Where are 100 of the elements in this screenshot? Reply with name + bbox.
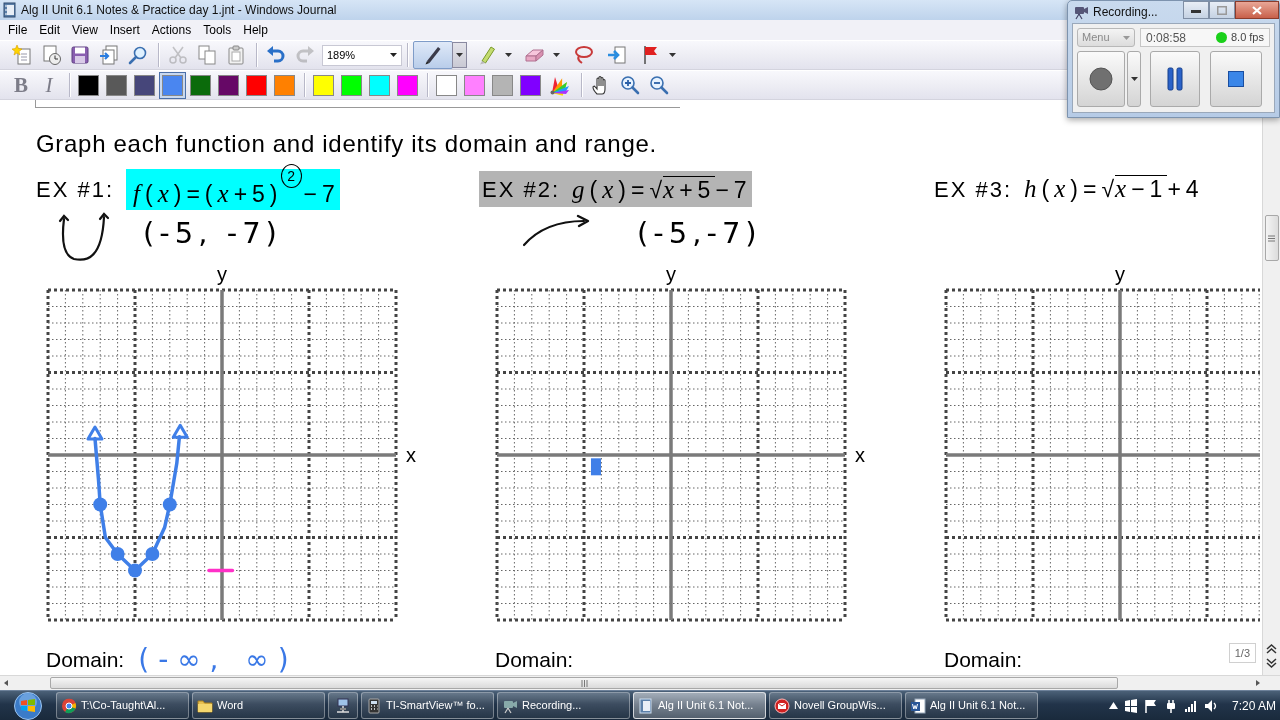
- formula-text: h(x)=√x−1+4: [1024, 174, 1204, 204]
- taskbar-label: Alg II Unit 6.1 Not...: [658, 698, 754, 714]
- scrollbar-thumb[interactable]: [1264, 215, 1279, 261]
- camera-icon: [1073, 4, 1089, 20]
- zoom-combo-box[interactable]: 189%: [322, 44, 402, 66]
- pen-button[interactable]: [413, 41, 453, 69]
- next-page-button[interactable]: [1264, 657, 1278, 669]
- caret-icon: [553, 53, 560, 57]
- taskbar-button[interactable]: Recording...: [497, 692, 630, 719]
- maximize-icon: [1217, 5, 1227, 15]
- taskbar-button[interactable]: Novell GroupWis...: [769, 692, 902, 719]
- start-orb-icon: [12, 691, 44, 720]
- domain-label: Domain:: [495, 647, 574, 674]
- taskbar-label: Recording...: [522, 698, 582, 714]
- example-label: EX #3:: [934, 175, 1013, 204]
- page-clock-icon: [41, 45, 61, 65]
- menu-item[interactable]: Help: [237, 21, 274, 39]
- menu-item[interactable]: Insert: [103, 21, 146, 39]
- search-icon: [128, 45, 148, 65]
- close-icon: [1252, 5, 1262, 15]
- plot-point: [128, 563, 142, 578]
- minimize-icon: [1191, 7, 1201, 13]
- plot-point: [93, 497, 108, 512]
- taskbar-label: Novell GroupWis...: [794, 698, 886, 714]
- double-down-chevron-icon: [1265, 658, 1277, 668]
- plot-point: [145, 547, 160, 561]
- undo-icon: [266, 45, 286, 65]
- taskbar-label: TI-SmartView™ fo...: [386, 698, 485, 714]
- taskbar-button[interactable]: Alg II Unit 6.1 Not...: [633, 692, 766, 719]
- domain-label: Domain:: [944, 647, 1023, 674]
- clipboard-icon: [226, 45, 246, 65]
- page-star-icon: [12, 45, 32, 65]
- zoom-in-icon: [620, 75, 640, 95]
- domain-label: Domain:: [46, 647, 125, 674]
- caret-icon: [390, 53, 397, 57]
- example-label: EX #1:: [36, 175, 115, 204]
- caret-icon: [456, 53, 463, 57]
- axis-label: y: [217, 263, 227, 285]
- zoom-out-icon: [649, 75, 669, 95]
- pause-icon: [1167, 67, 1183, 91]
- window-title: Recording...: [1093, 4, 1158, 21]
- axis-label: y: [666, 263, 676, 285]
- example-label: EX #2:: [482, 176, 561, 204]
- stop-button[interactable]: [1210, 51, 1262, 107]
- signal-icon[interactable]: [1183, 698, 1198, 713]
- taskbar-label: T:\Co-Taught\Al...: [81, 698, 166, 714]
- menu-item[interactable]: Edit: [33, 21, 67, 39]
- taskbar-button[interactable]: Alg II Unit 6.1 Not...: [905, 692, 1038, 719]
- record-button[interactable]: [1077, 51, 1125, 107]
- double-up-chevron-icon: [1265, 644, 1277, 654]
- pen-icon: [423, 45, 443, 65]
- pages-arrow-icon: [99, 45, 119, 65]
- axis-label: y: [1115, 263, 1125, 285]
- redo-icon: [295, 45, 315, 65]
- speaker-icon[interactable]: [1203, 698, 1218, 713]
- caret-icon: [505, 53, 512, 57]
- tick-mark: [207, 568, 235, 573]
- page-arrow-icon: [607, 45, 627, 65]
- formula-text: g(x)=√x+5−7: [572, 174, 752, 205]
- menu-item[interactable]: File: [2, 21, 34, 39]
- close-button[interactable]: [1235, 1, 1279, 19]
- instruction-text: Graph each function and identify its domain and range.: [36, 130, 657, 158]
- frame-rate: 8.0 fps: [1230, 30, 1264, 46]
- taskbar-label: Word: [217, 698, 244, 714]
- vertex-note: (-5,-7): [637, 215, 762, 253]
- menu-item[interactable]: Actions: [145, 21, 198, 39]
- axis-label: x: [855, 444, 865, 466]
- menu-item[interactable]: Tools: [197, 21, 238, 39]
- pause-button[interactable]: [1150, 51, 1200, 107]
- notebook-icon: [3, 2, 17, 18]
- page-number: 1/3: [1228, 642, 1256, 663]
- taskbar-button[interactable]: T:\Co-Taught\Al...: [56, 692, 189, 719]
- taskbar-label: Alg II Unit 6.1 Not...: [930, 698, 1026, 714]
- windows-tiles-icon[interactable]: [1123, 698, 1138, 713]
- window-title: Alg II Unit 6.1 Notes & Practice day 1.jnt - Windows Journal: [21, 2, 337, 19]
- caret-icon: [669, 53, 676, 57]
- clock: 7:20 AM: [1231, 697, 1276, 715]
- scrollbar-thumb[interactable]: [50, 677, 1118, 689]
- previous-page-button[interactable]: [1264, 643, 1278, 655]
- copy-icon: [197, 45, 217, 65]
- scissors-icon: [168, 45, 188, 65]
- taskbar-button[interactable]: TI-SmartView™ fo...: [361, 692, 494, 719]
- record-icon: [1089, 67, 1113, 91]
- lasso-icon: [573, 45, 593, 65]
- dropdown-button[interactable]: [452, 42, 467, 68]
- elapsed-time: 0:08:58: [1146, 29, 1187, 47]
- caret-icon: [1130, 77, 1138, 81]
- stop-icon: [1228, 71, 1244, 87]
- domain-answer: (-∞, ∞): [138, 646, 298, 674]
- plot-point: [110, 547, 125, 561]
- up-arrow-icon[interactable]: [1108, 702, 1118, 709]
- taskbar-button[interactable]: Word: [192, 692, 325, 719]
- menu-item[interactable]: View: [66, 21, 104, 39]
- taskbar-button[interactable]: [328, 692, 358, 719]
- grip-icon: [580, 679, 588, 687]
- vertex-note: (-5, -7): [143, 215, 282, 253]
- flag-icon[interactable]: [1143, 698, 1158, 713]
- minimize-button[interactable]: [1183, 1, 1209, 19]
- axis-label: x: [406, 444, 416, 466]
- plot-point: [162, 497, 177, 512]
